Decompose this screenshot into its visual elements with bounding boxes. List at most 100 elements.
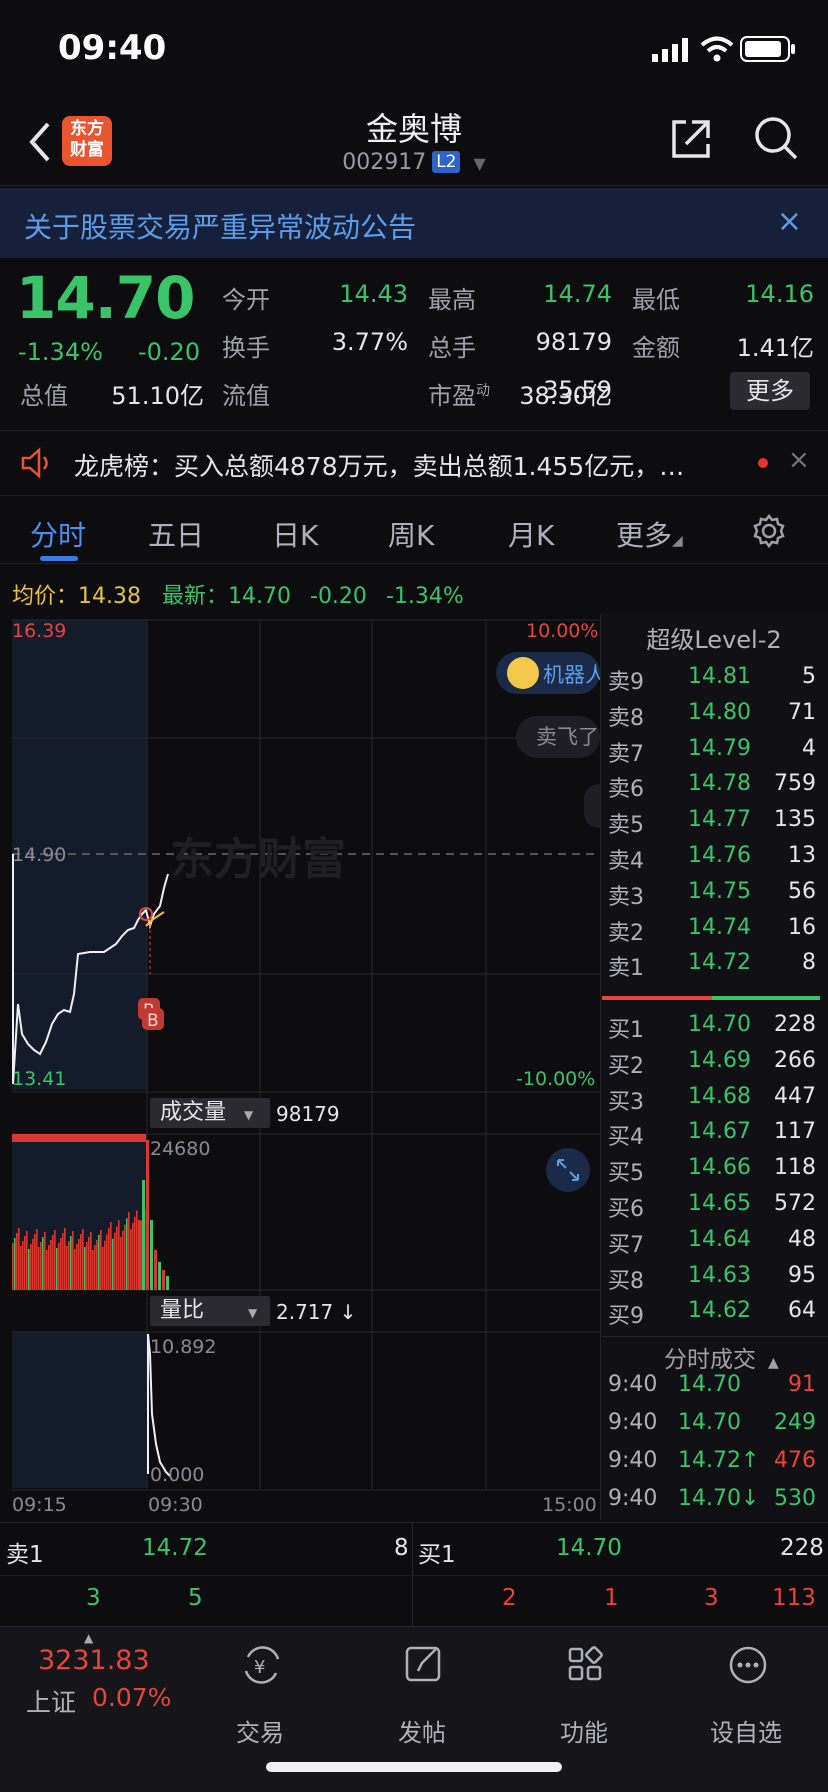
- ask-row-5[interactable]: 卖4 14.76 13: [606, 839, 820, 875]
- trades-divider: [602, 1336, 828, 1337]
- ask-label: 卖9: [608, 670, 644, 695]
- premarket-ratio-zone: [12, 1332, 147, 1488]
- volume-bar: [154, 1250, 157, 1290]
- volume-top-band: [12, 1134, 146, 1142]
- volume-bar: [158, 1262, 161, 1290]
- tab-monthly-k[interactable]: 月K: [508, 514, 554, 554]
- volume-bar: [12, 1243, 14, 1290]
- ask-row-6[interactable]: 卖3 14.75 56: [606, 875, 820, 911]
- close-icon[interactable]: ×: [777, 204, 802, 239]
- trade-time: 9:40: [608, 1486, 658, 1511]
- volume-bar: [132, 1222, 134, 1290]
- expand-icon[interactable]: [546, 1148, 590, 1192]
- close-icon[interactable]: ×: [788, 445, 810, 475]
- bid-row-8[interactable]: 买9 14.62 64: [606, 1294, 820, 1330]
- ratio-max-label: 10.892: [150, 1336, 217, 1358]
- ask-volume: 4: [802, 735, 816, 761]
- bid-row-2[interactable]: 买3 14.68 447: [606, 1080, 820, 1116]
- yen-exchange-icon: ¥: [244, 1646, 280, 1684]
- ask-row-0[interactable]: 卖9 14.81 5: [606, 660, 820, 696]
- trade-time: 9:40: [608, 1410, 658, 1435]
- ask-volume: 8: [802, 950, 816, 976]
- bid-volume: 64: [788, 1298, 816, 1324]
- share-icon[interactable]: [668, 116, 714, 162]
- bid-row-7[interactable]: 买8 14.63 95: [606, 1259, 820, 1295]
- bid-price: 14.64: [688, 1226, 751, 1252]
- ask-row-4[interactable]: 卖5 14.77 135: [606, 803, 820, 839]
- avg-price-line: 均价：14.38 最新：14.70 -0.20 -1.34%: [12, 578, 464, 610]
- volume-bar: [36, 1229, 38, 1290]
- volume-bar: [70, 1236, 72, 1290]
- bid-label: 买9: [608, 1304, 644, 1330]
- volume-bar: [86, 1242, 88, 1290]
- quote-value-1: 14.74: [543, 280, 612, 308]
- volume-bar: [150, 1220, 153, 1290]
- robot-avatar-icon: [507, 657, 539, 689]
- quote-value-4: 98179: [535, 328, 612, 356]
- volume-bar: [28, 1249, 30, 1290]
- bid-row-1[interactable]: 买2 14.69 266: [606, 1044, 820, 1080]
- bid-row-0[interactable]: 买1 14.70 228: [606, 1008, 820, 1044]
- bid-price: 14.63: [688, 1262, 751, 1288]
- tab-weekly-k[interactable]: 周K: [388, 514, 434, 554]
- tab-daily-k[interactable]: 日K: [272, 514, 318, 554]
- strip-buy-vol: 228: [780, 1535, 824, 1561]
- volume-bar: [82, 1229, 84, 1290]
- sell-fly-label: 卖飞了: [536, 725, 599, 749]
- strip-sell-label: 卖1: [6, 1542, 44, 1568]
- trade-price: 14.70↓: [678, 1486, 760, 1511]
- volume-bar: [146, 1140, 149, 1290]
- ask-row-2[interactable]: 卖7 14.79 4: [606, 732, 820, 768]
- volume-bar: [122, 1230, 124, 1290]
- search-icon[interactable]: [752, 114, 800, 162]
- ask-row-3[interactable]: 卖6 14.78 759: [606, 767, 820, 803]
- tab-underline: [40, 556, 78, 561]
- bid-row-4[interactable]: 买5 14.66 118: [606, 1151, 820, 1187]
- ask-row-8[interactable]: 卖1 14.72 8: [606, 946, 820, 982]
- ask-price: 14.75: [688, 878, 751, 904]
- bid-price: 14.68: [688, 1083, 751, 1109]
- index-ticker[interactable]: ▲ 3231.83 上证 0.07%: [0, 1627, 180, 1747]
- nav-functions-label: 功能: [560, 1719, 608, 1747]
- ask-bid-divider-red: [602, 996, 712, 1000]
- robot-label: 机器人: [543, 663, 600, 687]
- bid-label: 买2: [608, 1053, 644, 1079]
- volume-ratio-value: 2.717 ↓: [276, 1300, 357, 1324]
- intraday-chart[interactable]: 东方财富 B B 机器人 卖飞了: [0, 614, 600, 1522]
- latest-value: 14.70: [228, 584, 291, 609]
- bid-row-3[interactable]: 买4 14.67 117: [606, 1115, 820, 1151]
- notice-banner[interactable]: 关于股票交易严重异常波动公告 ×: [0, 188, 828, 258]
- volume-selector[interactable]: 成交量 ▼: [150, 1098, 270, 1128]
- volume-bar: [102, 1246, 104, 1290]
- bid-label: 买5: [608, 1161, 644, 1187]
- bid-row-5[interactable]: 买6 14.65 572: [606, 1187, 820, 1223]
- status-time: 09:40: [58, 28, 167, 68]
- bid-volume: 447: [774, 1083, 816, 1109]
- bid-row-6[interactable]: 买7 14.64 48: [606, 1223, 820, 1259]
- dragon-tiger-bar[interactable]: 龙虎榜：买入总额4878万元，卖出总额1.455亿元，… ×: [0, 430, 828, 496]
- home-indicator[interactable]: [266, 1762, 562, 1772]
- volume-bar: [56, 1248, 58, 1290]
- more-button[interactable]: 更多: [730, 372, 810, 410]
- ask-label: 卖2: [608, 920, 644, 946]
- volume-bar: [68, 1241, 70, 1290]
- quote-value-8: 35.59: [543, 376, 612, 404]
- bid-price: 14.69: [688, 1047, 751, 1073]
- ask-price: 14.77: [688, 807, 751, 833]
- dropdown-icon: ▼: [244, 1108, 254, 1122]
- volume-bar: [34, 1234, 36, 1290]
- tab-more[interactable]: 更多◢: [616, 514, 683, 554]
- settings-gear-icon[interactable]: [752, 514, 786, 548]
- ask-row-1[interactable]: 卖8 14.80 71: [606, 696, 820, 732]
- trade-time: 9:40: [608, 1372, 658, 1397]
- side-handle[interactable]: [584, 784, 600, 828]
- volume-ratio-selector[interactable]: 量比 ▼: [150, 1296, 270, 1326]
- quote-value-5: 1.41亿: [736, 334, 814, 362]
- volume-bar: [14, 1238, 16, 1290]
- chevron-down-icon: ▼: [473, 154, 486, 173]
- ask-row-7[interactable]: 卖2 14.74 16: [606, 911, 820, 947]
- tab-intraday[interactable]: 分时: [30, 514, 86, 554]
- tab-five-day[interactable]: 五日: [148, 514, 204, 554]
- volume-bar: [136, 1210, 138, 1290]
- index-change: 0.07%: [92, 1683, 172, 1712]
